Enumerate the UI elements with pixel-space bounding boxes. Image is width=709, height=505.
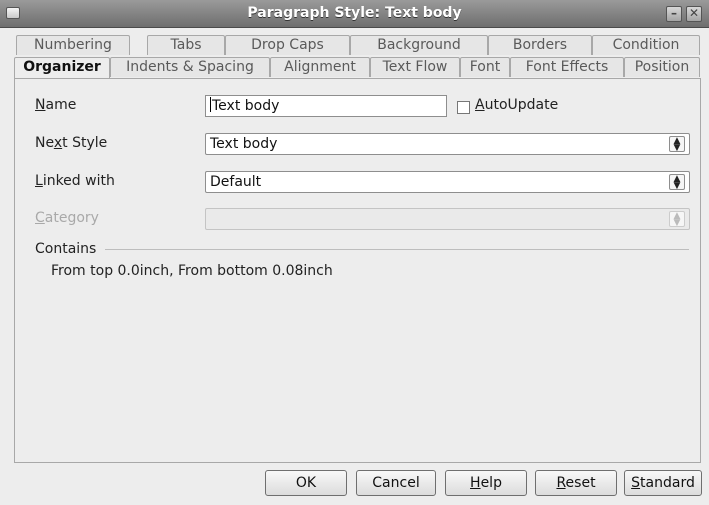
tab-tabs[interactable]: Tabs	[147, 35, 225, 55]
tab-numbering[interactable]: Numbering	[16, 35, 130, 55]
tab-font[interactable]: Font	[460, 57, 510, 77]
next-style-value: Text body	[210, 136, 278, 152]
standard-button[interactable]: Standard	[624, 470, 702, 496]
contains-separator	[105, 249, 689, 250]
next-style-select[interactable]: Text body ▲ ▼	[205, 133, 690, 155]
name-field-value: Text body	[212, 98, 280, 114]
name-label-rest: ame	[45, 97, 77, 113]
category-select: ▲ ▼	[205, 208, 690, 230]
autoupdate-checkbox[interactable]	[457, 101, 470, 114]
spin-updown-icon: ▲ ▼	[669, 174, 685, 191]
minimize-button[interactable]: –	[666, 6, 682, 22]
tab-drop-caps[interactable]: Drop Caps	[225, 35, 350, 55]
reset-button[interactable]: Reset	[535, 470, 617, 496]
next-style-label: Next Style	[35, 135, 108, 151]
window-title: Paragraph Style: Text body	[247, 5, 462, 21]
autoupdate-label-rest: utoUpdate	[484, 97, 559, 113]
text-caret	[210, 97, 211, 112]
category-label: Category	[35, 210, 99, 226]
tab-text-flow[interactable]: Text Flow	[370, 57, 460, 77]
organizer-panel: Name Text body AutoUpdate Next Style Tex…	[14, 78, 701, 463]
help-button[interactable]: Help	[445, 470, 527, 496]
title-bar: Paragraph Style: Text body – ✕	[0, 0, 709, 28]
linked-with-label: Linked with	[35, 173, 115, 189]
autoupdate-label[interactable]: AutoUpdate	[475, 97, 558, 113]
ok-button[interactable]: OK	[265, 470, 347, 496]
tab-position[interactable]: Position	[624, 57, 700, 77]
tab-bar: Numbering Tabs Drop Caps Background Bord…	[14, 35, 700, 80]
linked-with-select[interactable]: Default ▲ ▼	[205, 171, 690, 193]
name-label: Name	[35, 97, 77, 113]
tab-font-effects[interactable]: Font Effects	[510, 57, 624, 77]
spin-updown-icon: ▲ ▼	[669, 136, 685, 153]
tab-condition[interactable]: Condition	[592, 35, 700, 55]
close-button[interactable]: ✕	[686, 6, 702, 22]
tab-indents-spacing[interactable]: Indents & Spacing	[110, 57, 270, 77]
name-field[interactable]: Text body	[205, 95, 447, 117]
tab-organizer[interactable]: Organizer	[14, 57, 110, 79]
cancel-button[interactable]: Cancel	[356, 470, 436, 496]
contains-description: From top 0.0inch, From bottom 0.08inch	[51, 263, 333, 279]
linked-with-value: Default	[210, 174, 262, 190]
spin-updown-icon: ▲ ▼	[669, 211, 685, 228]
tab-background[interactable]: Background	[350, 35, 488, 55]
contains-heading: Contains	[35, 241, 97, 257]
tab-alignment[interactable]: Alignment	[270, 57, 370, 77]
tab-borders[interactable]: Borders	[488, 35, 592, 55]
